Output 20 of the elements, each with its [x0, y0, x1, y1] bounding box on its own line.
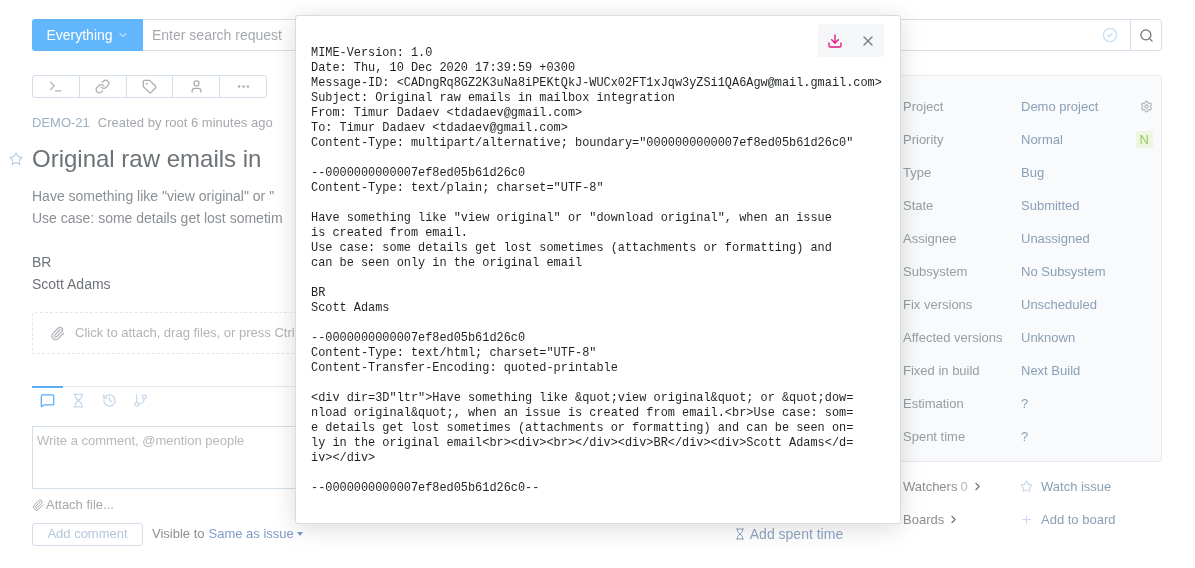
field-label: Fixed in build	[903, 361, 981, 380]
description-line: Have something like "view original" or "	[32, 187, 275, 206]
description-line: Use case: some details get lost sometim	[32, 209, 283, 228]
signature-line: Scott Adams	[32, 275, 111, 294]
signature-line: BR	[32, 253, 52, 272]
field-label: Affected versions	[903, 328, 1004, 347]
dropzone-hint: Click to attach, drag files, or press Ctrl	[75, 324, 295, 343]
field-label: Estimation	[903, 394, 965, 413]
field-label: Priority	[903, 130, 945, 149]
issue-title: Original raw emails in	[32, 145, 262, 173]
priority-badge: N	[1135, 131, 1153, 148]
created-info: Created by root 6 minutes ago	[97, 115, 273, 131]
field-label: State	[903, 196, 935, 215]
field-label: Project	[903, 97, 945, 116]
field-label: Assignee	[903, 229, 958, 248]
field-label: Type	[903, 163, 933, 182]
field-label: Spent time	[903, 427, 967, 446]
visibility-label: Visible to	[152, 525, 205, 544]
field-label: Subsystem	[903, 262, 969, 281]
field-label: Fix versions	[903, 295, 974, 314]
